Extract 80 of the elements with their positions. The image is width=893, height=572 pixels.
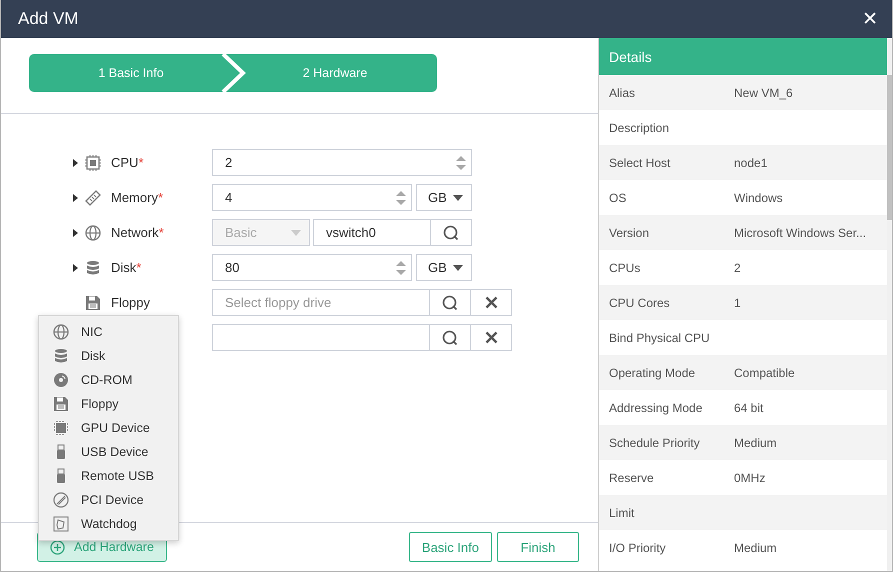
unit-dropdown[interactable]: GB	[416, 184, 472, 211]
close-button[interactable]: ✕	[862, 8, 878, 30]
caret-icon	[291, 230, 301, 236]
field-label: Memory*	[111, 190, 164, 205]
globe-icon	[85, 224, 101, 240]
search-icon	[443, 224, 459, 240]
detail-value: Windows	[734, 190, 783, 204]
clear-button[interactable]	[471, 324, 512, 351]
memory-stick-icon	[85, 190, 101, 206]
scrollbar[interactable]	[887, 38, 892, 571]
field-label: Floppy	[111, 295, 150, 310]
caret-icon	[453, 264, 463, 270]
detail-label: Alias	[609, 86, 636, 100]
wizard-step: 2 Hardware	[233, 54, 437, 92]
search-button[interactable]	[431, 219, 472, 246]
detail-label: Select Host	[609, 156, 670, 170]
detail-value: Medium	[734, 540, 777, 554]
globe-icon	[53, 324, 69, 340]
field-label: Disk*	[111, 260, 142, 275]
drive-field[interactable]	[212, 324, 430, 351]
detail-value: 1	[734, 296, 741, 310]
detail-label: Version	[609, 226, 650, 240]
window-title: Add VM	[18, 9, 78, 29]
menu-item[interactable]: USB Device	[39, 440, 178, 464]
detail-label: CPU Cores	[609, 296, 670, 310]
detail-value: Medium	[734, 436, 777, 450]
close-icon	[484, 331, 498, 344]
detail-value: New VM_6	[734, 86, 793, 100]
clear-button[interactable]	[471, 289, 512, 316]
disc-icon	[53, 372, 69, 388]
detail-value: 64 bit	[734, 400, 764, 414]
detail-label: OS	[609, 190, 626, 204]
detail-value: 2	[734, 260, 741, 274]
detail-label: I/O Priority	[609, 540, 666, 554]
detail-value: Compatible	[734, 366, 795, 380]
floppy-icon	[53, 396, 69, 412]
detail-label: Reserve	[609, 470, 654, 484]
number-field[interactable]: 80	[212, 254, 412, 281]
field-label: Network*	[111, 225, 164, 240]
detail-value: node1	[734, 156, 768, 170]
close-icon	[484, 296, 498, 309]
expand-arrow-icon[interactable]	[73, 194, 78, 202]
detail-label: Addressing Mode	[609, 400, 702, 414]
menu-item[interactable]: GPU Device	[39, 416, 178, 440]
floppy-icon	[85, 294, 101, 310]
chip-icon	[85, 154, 101, 170]
expand-arrow-icon[interactable]	[73, 264, 78, 272]
detail-value: Microsoft Windows Ser...	[734, 226, 866, 240]
chip-icon	[53, 420, 69, 436]
menu-item[interactable]: Floppy	[39, 392, 178, 416]
panel-title: Details	[599, 38, 887, 75]
caret-icon	[453, 194, 463, 200]
detail-label: Operating Mode	[609, 366, 696, 380]
search-icon	[442, 330, 458, 346]
menu-item[interactable]: CD-ROM	[39, 368, 178, 392]
expand-arrow-icon[interactable]	[73, 158, 78, 166]
unit-dropdown[interactable]: GB	[416, 254, 472, 281]
slash-circle-icon	[53, 492, 69, 508]
search-button[interactable]	[430, 324, 471, 351]
database-icon	[53, 348, 69, 364]
wizard-step: 1 Basic Info	[29, 54, 233, 92]
detail-value: 0MHz	[734, 470, 766, 484]
detail-label: Schedule Priority	[609, 436, 700, 450]
search-button[interactable]	[430, 289, 471, 316]
detail-label: Description	[609, 120, 670, 134]
search-icon	[442, 294, 458, 310]
number-field[interactable]: 4	[212, 184, 412, 211]
menu-item[interactable]: NIC	[39, 320, 178, 344]
plus-circle-icon	[50, 540, 65, 554]
number-field[interactable]: 2	[212, 149, 472, 176]
menu-item[interactable]: Disk	[39, 344, 178, 368]
database-icon	[85, 260, 101, 276]
detail-label: Limit	[609, 506, 634, 520]
detail-label: CPUs	[609, 260, 640, 274]
menu-item[interactable]: PCI Device	[39, 488, 178, 512]
field-label: CPU*	[111, 155, 144, 170]
detail-label: Bind Physical CPU	[609, 330, 710, 344]
menu-item[interactable]: Remote USB	[39, 464, 178, 488]
square-icon	[53, 516, 69, 532]
chevron-separator-icon	[221, 54, 247, 92]
